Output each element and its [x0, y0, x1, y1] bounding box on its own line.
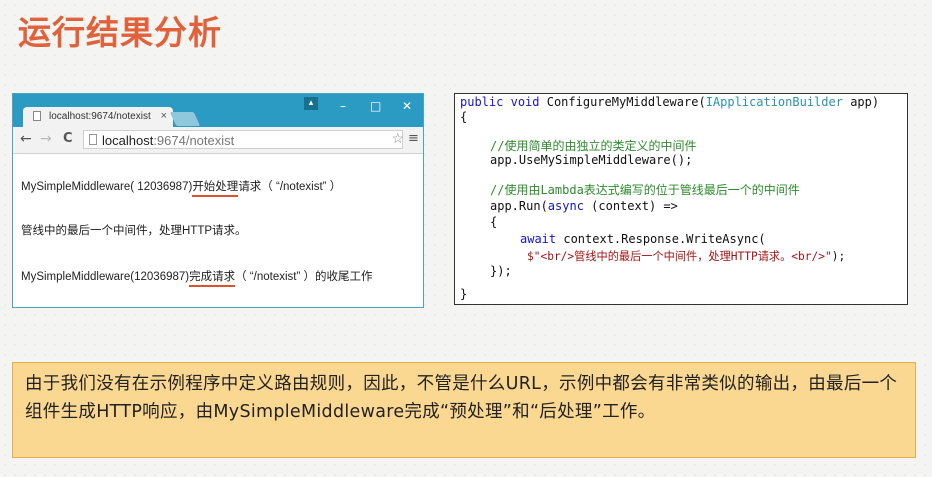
tab-title: localhost:9674/notexist — [49, 111, 151, 122]
code-text: context.Response.WriteAsync( — [556, 232, 766, 246]
close-icon[interactable]: ✕ — [402, 99, 412, 113]
code-comment-2: //使用由Lambda表达式编写的位于管线最后一个的中间件 — [490, 183, 800, 197]
code-line-9: $"<br/>管线中的最后一个中间件，处理HTTP请求。<br/>"); — [527, 248, 845, 264]
line3-suffix: （ “/notexist” ）的收尾工作 — [235, 271, 373, 283]
address-path: :9674/notexist — [153, 133, 235, 148]
code-keyword: await — [520, 232, 557, 246]
code-text: (context) => — [583, 199, 678, 213]
browser-titlebar: localhost:9674/notexist × ▴ – □ ✕ — [13, 94, 423, 127]
code-line-7: { — [490, 215, 498, 229]
browser-window: localhost:9674/notexist × ▴ – □ ✕ ← → C … — [12, 93, 424, 308]
output-line-1: MySimpleMiddleware( 12036987)开始处理请求（ “/n… — [21, 178, 342, 197]
document-icon — [89, 134, 97, 145]
code-line-1: public void ConfigureMyMiddleware(IAppli… — [460, 95, 879, 109]
code-line-11: } — [460, 287, 468, 301]
code-keyword: void — [510, 95, 540, 109]
code-comment-1: //使用简单的由独立的类定义的中间件 — [490, 139, 697, 153]
code-text: app.Run( — [490, 199, 548, 213]
output-line-2: 管线中的最后一个中间件，处理HTTP请求。 — [21, 225, 247, 237]
code-line-2: { — [460, 110, 468, 124]
reload-icon[interactable]: C — [63, 131, 73, 146]
address-host: localhost — [102, 133, 154, 148]
code-line-8: await context.Response.WriteAsync( — [520, 232, 766, 246]
maximize-icon[interactable]: □ — [370, 99, 381, 113]
code-type: IApplicationBuilder — [705, 95, 843, 109]
minimize-icon[interactable]: – — [340, 99, 346, 113]
summary-note: 由于我们没有在示例程序中定义路由规则，因此，不管是什么URL，示例中都会有非常类… — [12, 362, 916, 458]
page-title: 运行结果分析 — [18, 13, 222, 52]
browser-tab[interactable]: localhost:9674/notexist × — [23, 107, 173, 127]
code-keyword: public — [460, 95, 504, 109]
code-string: $"<br/>管线中的最后一个中间件，处理HTTP请求。<br/>" — [527, 250, 832, 263]
menu-icon[interactable]: ≡ — [408, 131, 419, 146]
output-line-3: MySimpleMiddleware(12036987)完成请求（ “/note… — [21, 268, 373, 287]
code-text: app) — [842, 95, 880, 109]
tab-close-icon[interactable]: × — [161, 110, 167, 122]
code-panel: public void ConfigureMyMiddleware(IAppli… — [454, 93, 908, 305]
code-text: ); — [831, 250, 846, 263]
code-method: ConfigureMyMiddleware( — [546, 95, 706, 109]
code-line-4: app.UseMySimpleMiddleware(); — [490, 153, 693, 167]
bookmark-star-icon[interactable]: ☆ — [391, 130, 404, 147]
line1-prefix: MySimpleMiddleware( 12036987) — [21, 181, 193, 193]
forward-icon[interactable]: → — [40, 131, 52, 147]
code-line-6: app.Run(async (context) => — [490, 199, 678, 213]
address-bar[interactable]: localhost:9674/notexist ☆ — [83, 130, 404, 149]
browser-toolbar: ← → C localhost:9674/notexist ☆ ≡ — [13, 127, 423, 154]
new-tab-button[interactable] — [169, 112, 201, 126]
code-keyword: async — [547, 199, 584, 213]
line3-highlight: 完成请求 — [189, 271, 236, 287]
page-icon — [33, 111, 41, 121]
code-line-10: }); — [490, 264, 512, 278]
line1-highlight: 开始处理 — [192, 181, 239, 197]
back-icon[interactable]: ← — [20, 131, 32, 147]
line1-suffix: 请求（ “/notexist” ） — [238, 181, 342, 193]
line3-prefix: MySimpleMiddleware(12036987) — [21, 271, 190, 283]
person-icon[interactable]: ▴ — [304, 97, 318, 110]
